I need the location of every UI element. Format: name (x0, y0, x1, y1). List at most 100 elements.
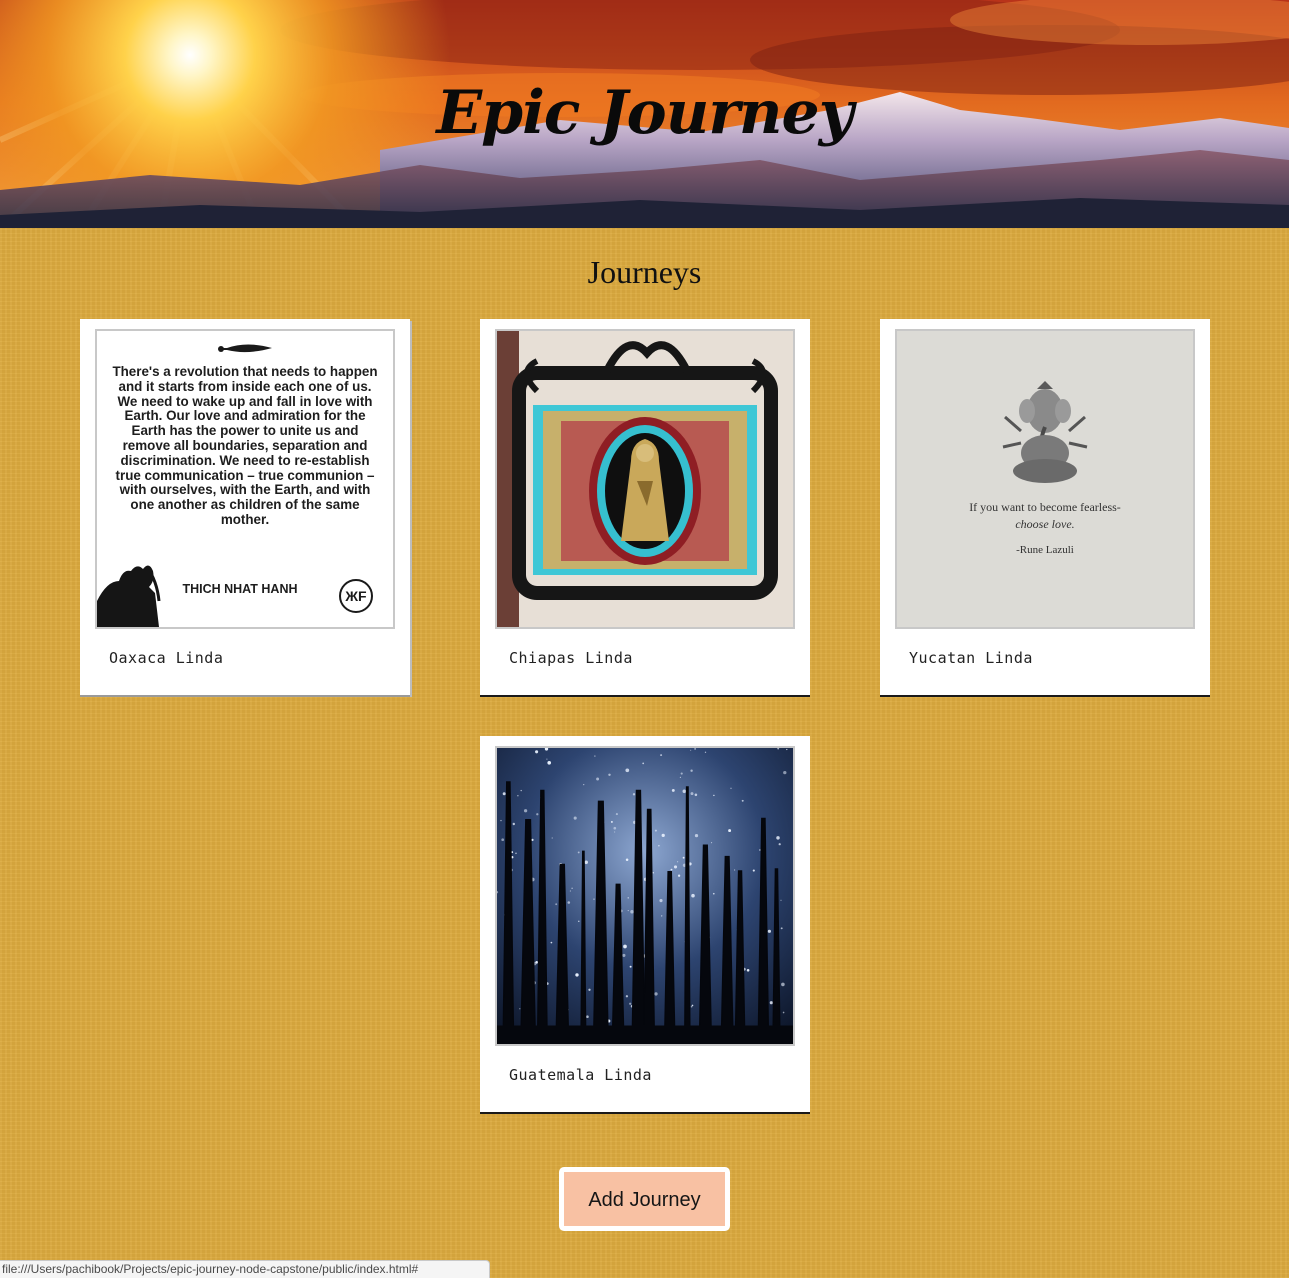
star-dot (781, 982, 785, 987)
star-dot (523, 809, 528, 813)
journey-card-yucatan[interactable]: If you want to become fearless- choose l… (880, 319, 1210, 695)
ganesh-quote: If you want to become fearless- choose l… (897, 499, 1193, 559)
star-dot (583, 783, 585, 786)
star-dot (780, 927, 783, 930)
star-dot (515, 852, 517, 855)
ganesh-quote-signature: -Rune Lazuli (1016, 544, 1074, 556)
star-dot (769, 1001, 773, 1005)
journey-title[interactable]: Chiapas Linda (509, 649, 633, 667)
star-dot (614, 831, 616, 833)
star-dot (625, 858, 629, 861)
star-dot (575, 973, 579, 977)
star-dot (654, 829, 657, 832)
star-dot (671, 788, 675, 792)
quote-author: THICH NHAT HANH (182, 582, 298, 596)
star-dot (567, 901, 571, 904)
journey-card-guatemala[interactable]: Guatemala Linda (480, 736, 810, 1112)
star-dot (654, 992, 658, 996)
star-dot (746, 969, 750, 972)
star-dot (676, 861, 679, 863)
star-dot (733, 869, 736, 871)
star-dot (596, 777, 600, 781)
star-dot (711, 842, 713, 844)
star-dot (584, 860, 588, 865)
star-dot (690, 749, 692, 751)
star-dot (519, 1008, 521, 1010)
star-dot (625, 768, 630, 773)
star-dot (536, 813, 539, 816)
star-dot (752, 869, 755, 872)
journey-card-oaxaca[interactable]: ЖF There's a revolution that needs to ha… (80, 319, 410, 695)
star-dot (691, 893, 695, 898)
star-dot (704, 751, 707, 753)
journey-photo-guatemala[interactable] (495, 746, 795, 1046)
star-dot (546, 758, 548, 760)
star-dot (501, 838, 505, 842)
star-dot (673, 865, 678, 869)
star-dot (694, 748, 696, 750)
journey-title[interactable]: Oaxaca Linda (109, 649, 223, 667)
star-dot (778, 843, 781, 846)
forest-ground (497, 1025, 793, 1044)
star-dot (517, 795, 519, 797)
star-dot (625, 995, 629, 998)
site-title: Epic Journey (436, 78, 853, 148)
ganesh-quote-line2: choose love. (1015, 517, 1075, 531)
star-dot (782, 1011, 785, 1014)
star-dot (623, 944, 627, 949)
star-dot (555, 903, 558, 906)
star-dot (578, 920, 580, 922)
star-dot (569, 890, 571, 892)
star-dot (577, 851, 580, 854)
journey-photo-chiapas[interactable] (495, 329, 795, 629)
star-dot (670, 868, 673, 871)
star-dot (713, 794, 715, 797)
star-dot (500, 819, 502, 822)
ganesh-quote-line1: If you want to become fearless- (969, 500, 1121, 514)
star-dot (694, 833, 699, 838)
star-dot (652, 872, 654, 874)
journeys-heading: Journeys (587, 254, 702, 290)
quote-image: ЖF There's a revolution that needs to ha… (97, 331, 393, 627)
star-dot (658, 845, 660, 847)
star-dot (783, 770, 787, 775)
star-dot (659, 899, 663, 903)
star-dot (661, 915, 663, 917)
star-dot (690, 792, 694, 796)
star-dot (547, 760, 552, 765)
status-bar-url: file:///Users/pachibook/Projects/epic-jo… (0, 1260, 490, 1278)
star-dot (550, 941, 553, 944)
star-dot (642, 762, 645, 765)
journey-photo-yucatan[interactable]: If you want to become fearless- choose l… (895, 329, 1195, 629)
star-dot (615, 813, 618, 816)
star-dot (690, 1005, 693, 1008)
star-dot (622, 953, 626, 957)
star-dot (520, 789, 522, 792)
star-dot (730, 787, 732, 790)
star-dot (780, 899, 782, 901)
star-dot (677, 874, 681, 877)
star-dot (786, 748, 788, 751)
star-dot (627, 910, 629, 912)
journey-title[interactable]: Guatemala Linda (509, 1066, 652, 1084)
star-dot (632, 793, 636, 796)
journey-photo-oaxaca[interactable]: ЖF There's a revolution that needs to ha… (95, 329, 395, 629)
star-dot (680, 772, 683, 775)
add-journey-button[interactable]: Add Journey (559, 1167, 730, 1231)
journey-card-chiapas[interactable]: Chiapas Linda (480, 319, 810, 695)
star-dot (586, 1015, 589, 1019)
header-banner: Epic Journey (0, 0, 1289, 228)
star-dot (593, 898, 595, 900)
star-dot (679, 776, 682, 779)
starry-forest-image (497, 748, 793, 1044)
star-dot (594, 755, 596, 757)
star-dot (610, 820, 613, 823)
journey-title[interactable]: Yucatan Linda (909, 649, 1033, 667)
star-dot (629, 965, 632, 968)
star-dot (588, 988, 591, 991)
star-dot (682, 789, 687, 794)
star-dot (629, 1002, 632, 1005)
star-dot (535, 750, 539, 754)
star-dot (512, 822, 515, 826)
star-dot (551, 837, 553, 839)
